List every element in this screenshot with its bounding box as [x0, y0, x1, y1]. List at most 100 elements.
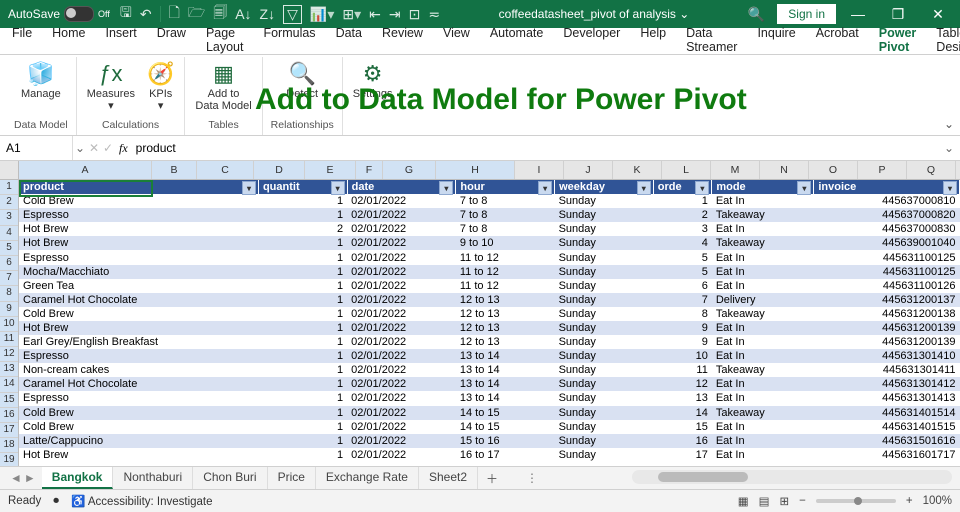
filter-dropdown-icon[interactable]: ▾	[637, 181, 651, 195]
cell[interactable]: Sunday	[555, 307, 654, 321]
minimize-icon[interactable]: —	[840, 6, 876, 22]
cell[interactable]: 8	[653, 307, 712, 321]
fx-button[interactable]: fx	[115, 141, 132, 156]
table-header-order[interactable]: orde▾	[653, 180, 712, 194]
filter-dropdown-icon[interactable]: ▾	[538, 181, 552, 195]
cell[interactable]: 13 to 14	[456, 349, 555, 363]
cell[interactable]: 12	[653, 377, 712, 391]
cell[interactable]: Earl Grey/English Breakfast	[19, 335, 258, 349]
cell[interactable]: 02/01/2022	[347, 321, 456, 335]
col-header-M[interactable]: M	[711, 161, 760, 179]
row-header-8[interactable]: 8	[0, 286, 18, 301]
row-header-9[interactable]: 9	[0, 302, 18, 317]
filter-dropdown-icon[interactable]: ▾	[242, 181, 256, 195]
cell[interactable]: 14	[653, 406, 712, 420]
row-header-4[interactable]: 4	[0, 226, 18, 241]
sheet-tab-chon-buri[interactable]: Chon Buri	[193, 467, 267, 489]
cell[interactable]: Eat In	[712, 250, 814, 264]
toggle-switch[interactable]	[64, 6, 94, 22]
row-header-7[interactable]: 7	[0, 271, 18, 286]
cell[interactable]: 02/01/2022	[347, 236, 456, 250]
table-row[interactable]: Non-cream cakes102/01/202213 to 14Sunday…	[19, 363, 960, 377]
sheet-tab-bangkok[interactable]: Bangkok	[42, 467, 114, 489]
cell[interactable]: 1	[258, 236, 347, 250]
filter-dropdown-icon[interactable]: ▾	[439, 181, 453, 195]
cell[interactable]: Sunday	[555, 349, 654, 363]
cell[interactable]: Espresso	[19, 391, 258, 405]
col-header-I[interactable]: I	[515, 161, 564, 179]
cell[interactable]: Sunday	[555, 194, 654, 208]
cell[interactable]: 445631200139	[814, 321, 960, 335]
cell[interactable]: 9 to 10	[456, 236, 555, 250]
cell[interactable]: 02/01/2022	[347, 265, 456, 279]
cell[interactable]: 445637000820	[814, 208, 960, 222]
cell[interactable]: Sunday	[555, 293, 654, 307]
cell[interactable]: 13	[653, 391, 712, 405]
spreadsheet-grid[interactable]: 1234567891011121314151617181920 product▾…	[0, 180, 960, 466]
cell[interactable]: 11	[653, 363, 712, 377]
cell[interactable]: 445631100125	[814, 250, 960, 264]
cell[interactable]: 02/01/2022	[347, 194, 456, 208]
zoom-in-icon[interactable]: +	[906, 495, 913, 507]
page-break-view-icon[interactable]: ⊞	[780, 494, 790, 508]
kpis-button[interactable]: 🧭 KPIs▾	[145, 59, 176, 114]
cell[interactable]: Sunday	[555, 208, 654, 222]
cell[interactable]: 445631200138	[814, 307, 960, 321]
col-header-L[interactable]: L	[662, 161, 711, 179]
filter-dropdown-icon[interactable]: ▾	[331, 181, 345, 195]
indent-dec-icon[interactable]: ⇤	[369, 6, 381, 23]
cell[interactable]: 445631401514	[814, 406, 960, 420]
table-row[interactable]: Caramel Hot Chocolate102/01/202212 to 13…	[19, 293, 960, 307]
cell[interactable]: Hot Brew	[19, 448, 258, 462]
cell[interactable]: 14 to 15	[456, 406, 555, 420]
cell[interactable]: Eat In	[712, 194, 814, 208]
col-header-Q[interactable]: Q	[907, 161, 956, 179]
pivot-icon[interactable]: ⊞▾	[342, 6, 361, 23]
cancel-icon[interactable]: ✕	[87, 141, 101, 155]
cell[interactable]: Sunday	[555, 265, 654, 279]
cell[interactable]: 1	[258, 448, 347, 462]
next-sheet-icon[interactable]: ►	[24, 471, 36, 485]
cell[interactable]: 16	[653, 434, 712, 448]
table-row[interactable]: Green Tea102/01/202211 to 12Sunday6Eat I…	[19, 279, 960, 293]
row-header-12[interactable]: 12	[0, 347, 18, 362]
cell[interactable]: 02/01/2022	[347, 250, 456, 264]
cell[interactable]: Sunday	[555, 363, 654, 377]
cell[interactable]: 3	[653, 222, 712, 236]
row-header-14[interactable]: 14	[0, 377, 18, 392]
cell[interactable]: 1	[258, 406, 347, 420]
table-row[interactable]: Mocha/Macchiato102/01/202211 to 12Sunday…	[19, 265, 960, 279]
cell[interactable]: Sunday	[555, 335, 654, 349]
table-row[interactable]: Cold Brew102/01/202214 to 15Sunday15Eat …	[19, 420, 960, 434]
cell[interactable]: 445631100126	[814, 279, 960, 293]
row-header-5[interactable]: 5	[0, 241, 18, 256]
col-header-G[interactable]: G	[383, 161, 436, 179]
confirm-icon[interactable]: ✓	[101, 141, 115, 155]
table-row[interactable]: Espresso102/01/20227 to 8Sunday2Takeaway…	[19, 208, 960, 222]
cell[interactable]: Sunday	[555, 377, 654, 391]
cell[interactable]: 10	[653, 349, 712, 363]
cell[interactable]: 7 to 8	[456, 194, 555, 208]
formula-input[interactable]	[132, 141, 938, 155]
col-header-P[interactable]: P	[858, 161, 907, 179]
col-header-E[interactable]: E	[305, 161, 356, 179]
cell[interactable]: Mocha/Macchiato	[19, 265, 258, 279]
measures-button[interactable]: ƒx Measures▾	[85, 59, 137, 114]
cell[interactable]: 2	[258, 222, 347, 236]
cell[interactable]: 1	[258, 307, 347, 321]
table-row[interactable]: Hot Brew202/01/20227 to 8Sunday3Eat In44…	[19, 222, 960, 236]
cell[interactable]: 1	[258, 250, 347, 264]
row-header-16[interactable]: 16	[0, 408, 18, 423]
row-header-19[interactable]: 19	[0, 453, 18, 466]
table-row[interactable]: Espresso102/01/202213 to 14Sunday13Eat I…	[19, 391, 960, 405]
indent-inc-icon[interactable]: ⇥	[389, 6, 401, 23]
normal-view-icon[interactable]: ▦	[738, 494, 749, 508]
col-header-J[interactable]: J	[564, 161, 613, 179]
col-header-C[interactable]: C	[197, 161, 254, 179]
cell[interactable]: 02/01/2022	[347, 279, 456, 293]
table-header-date[interactable]: date▾	[347, 180, 456, 194]
cell[interactable]: Caramel Hot Chocolate	[19, 377, 258, 391]
cell[interactable]: 12 to 13	[456, 335, 555, 349]
table-row[interactable]: Latte/Cappucino102/01/202215 to 16Sunday…	[19, 434, 960, 448]
cell[interactable]: 445631100125	[814, 265, 960, 279]
